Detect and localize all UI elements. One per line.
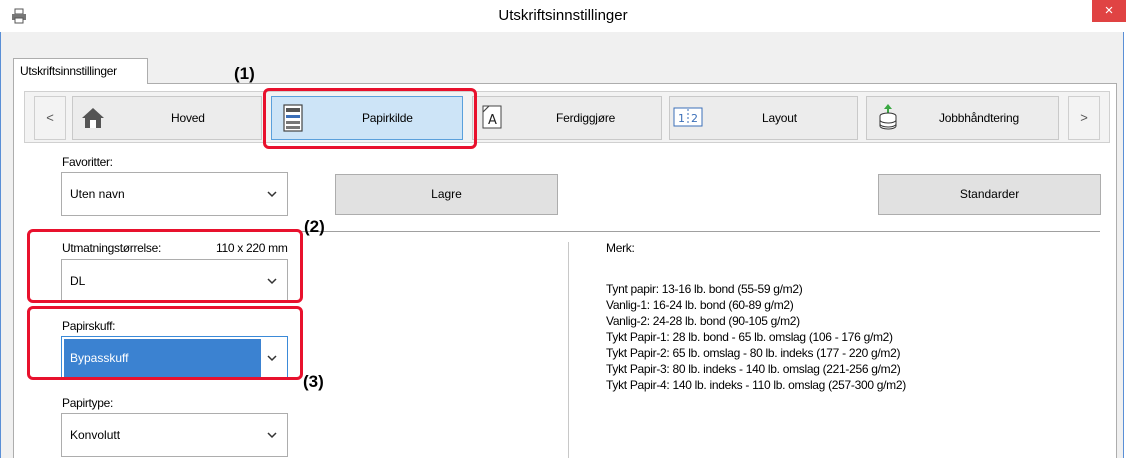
note-line: Tykt Papir-1: 28 lb. bond - 65 lb. omsla… <box>606 330 893 344</box>
nav-item-label: Hoved <box>171 111 205 125</box>
favorites-label: Favoritter: <box>62 155 113 169</box>
note-line: Vanlig-2: 24-28 lb. bond (90-105 g/m2) <box>606 314 800 328</box>
callout-label-2: (2) <box>304 217 325 236</box>
nav-item-ferdiggjore[interactable]: A Ferdiggjøre <box>472 96 662 140</box>
nav-item-hoved[interactable]: Hoved <box>72 96 262 140</box>
chevron-down-icon <box>267 432 277 439</box>
tab-utskriftsinnstillinger[interactable]: Utskriftsinnstillinger <box>13 58 148 84</box>
svg-text:1: 1 <box>678 112 685 125</box>
callout-label-1: (1) <box>234 64 255 83</box>
nav-item-label: Jobbhåndtering <box>939 111 1019 125</box>
nav-prev-button[interactable]: < <box>34 96 66 140</box>
defaults-button[interactable]: Standarder <box>878 174 1101 215</box>
note-heading: Merk: <box>606 241 635 255</box>
favorites-value: Uten navn <box>70 187 125 201</box>
printer-icon <box>12 8 26 24</box>
svg-text:2: 2 <box>691 112 698 125</box>
note-line: Tykt Papir-2: 65 lb. omslag - 80 lb. ind… <box>606 346 901 360</box>
callout-box-2 <box>27 229 303 303</box>
paper-type-label: Papirtype: <box>62 396 114 410</box>
window-title: Utskriftsinnstillinger <box>498 7 628 24</box>
note-line: Tynt papir: 13-16 lb. bond (55-59 g/m2) <box>606 282 803 296</box>
svg-text:A: A <box>488 113 497 128</box>
nav-next-button[interactable]: > <box>1068 96 1100 140</box>
callout-box-1 <box>263 88 477 149</box>
close-button[interactable]: × <box>1092 0 1126 22</box>
finishing-icon: A <box>482 105 502 129</box>
note-line: Tykt Papir-4: 140 lb. indeks - 110 lb. o… <box>606 378 906 392</box>
column-divider <box>568 242 569 458</box>
chevron-down-icon <box>267 191 277 198</box>
callout-label-3: (3) <box>303 372 324 391</box>
nav-item-layout[interactable]: 1 2 Layout <box>669 96 858 140</box>
favorites-select[interactable]: Uten navn <box>61 172 288 216</box>
section-divider <box>300 231 1100 232</box>
nav-item-label: Ferdiggjøre <box>556 111 616 125</box>
save-button[interactable]: Lagre <box>335 174 558 215</box>
paper-type-select[interactable]: Konvolutt <box>61 413 288 457</box>
note-line: Tykt Papir-3: 80 lb. indeks - 140 lb. om… <box>606 362 901 376</box>
note-line: Vanlig-1: 16-24 lb. bond (60-89 g/m2) <box>606 298 794 312</box>
layout-icon: 1 2 <box>673 107 703 127</box>
nav-item-jobbhandtering[interactable]: Jobbhåndtering <box>866 96 1059 140</box>
paper-type-value: Konvolutt <box>70 428 121 442</box>
title-bar: Utskriftsinnstillinger × <box>0 0 1126 32</box>
home-icon <box>82 108 104 128</box>
job-storage-icon <box>879 104 897 130</box>
callout-box-3 <box>27 306 303 380</box>
nav-item-label: Layout <box>762 111 797 125</box>
